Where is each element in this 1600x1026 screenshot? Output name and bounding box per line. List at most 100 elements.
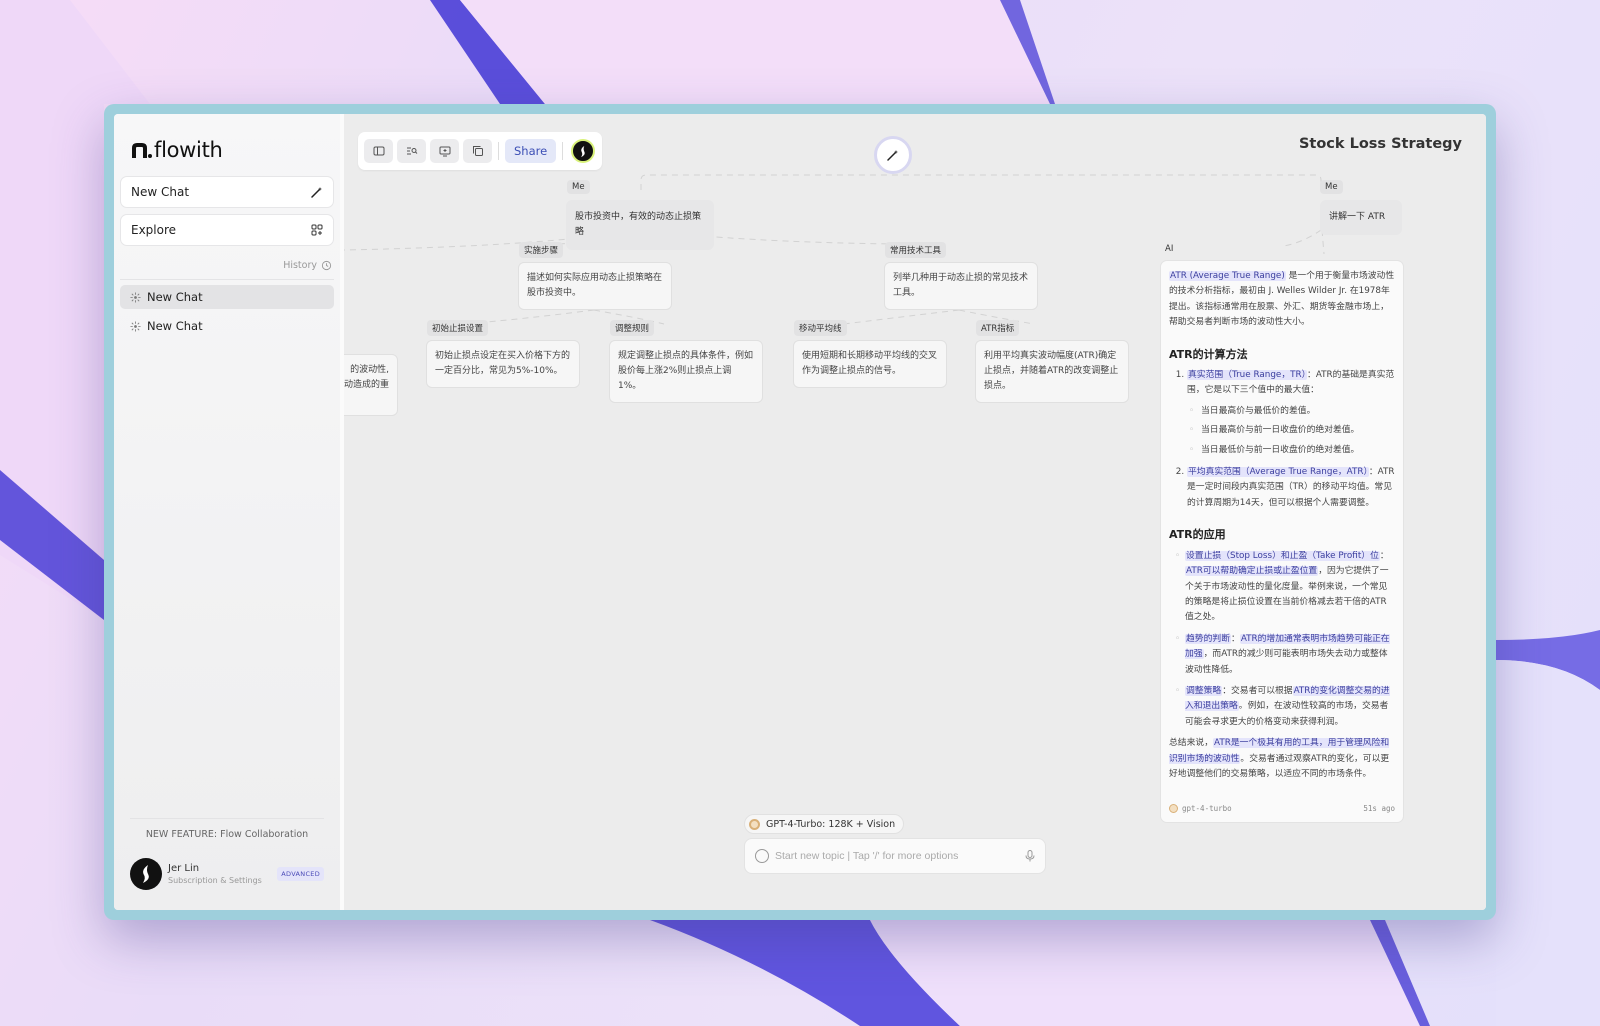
copy-button[interactable] bbox=[463, 139, 492, 163]
history-icon bbox=[321, 260, 332, 271]
chat-item-label: New Chat bbox=[147, 319, 203, 333]
history-link[interactable]: History bbox=[120, 252, 334, 280]
answer-text: ： bbox=[1379, 550, 1389, 561]
user-profile[interactable]: Jer Lin Subscription & Settings ADVANCED bbox=[130, 850, 324, 910]
app-window-inner: flowith New Chat Explore History New Cha… bbox=[114, 114, 1486, 910]
flowith-logo-icon bbox=[132, 143, 152, 158]
user-name: Jer Lin bbox=[168, 863, 200, 874]
leaf-node[interactable]: 初始止损点设定在买入价格下方的一定百分比，常见为5%-10%。 bbox=[426, 340, 580, 388]
answer-model-name: gpt-4-turbo bbox=[1182, 803, 1232, 813]
history-label: History bbox=[283, 260, 317, 271]
node-label: 移动平均线 bbox=[794, 320, 847, 336]
answer-highlight: ATR (Average True Range) bbox=[1169, 271, 1286, 281]
present-button[interactable] bbox=[430, 139, 459, 163]
mode-toggle-icon[interactable] bbox=[755, 849, 769, 863]
model-icon bbox=[1169, 803, 1178, 813]
answer-highlight: 趋势的判断 bbox=[1185, 633, 1231, 644]
magic-wand-icon bbox=[887, 150, 898, 161]
logo-text: flowith bbox=[154, 138, 223, 162]
answer-text: ：交易者可以根据 bbox=[1222, 685, 1293, 696]
chat-item[interactable]: New Chat bbox=[120, 285, 334, 309]
list-item: 趋势的判断：ATR的增加通常表明市场趋势可能正在加强，而ATR的减少则可能表明市… bbox=[1175, 632, 1395, 678]
partial-node[interactable]: 的波动性, 动造成的重 bbox=[344, 354, 398, 416]
chat-item[interactable]: New Chat bbox=[120, 314, 334, 338]
copy-icon bbox=[472, 146, 483, 156]
answer-intro: ATR (Average True Range) 是一个用于衡量市场波动性的技术… bbox=[1169, 269, 1395, 331]
grid-icon bbox=[311, 224, 323, 236]
toolbar-divider bbox=[562, 142, 564, 160]
list-item: 设置止损（Stop Loss）和止盈（Take Profit）位： ATR可以帮助… bbox=[1175, 549, 1395, 626]
sub-list: 当日最高价与最低价的差值。 当日最高价与前一日收盘价的绝对差值。 当日最低价与前… bbox=[1187, 404, 1395, 459]
ai-label: AI bbox=[1165, 244, 1174, 254]
leaf-node[interactable]: 使用短期和长期移动平均线的交叉作为调整止损点的信号。 bbox=[793, 340, 947, 388]
node-label: ATR指标 bbox=[976, 320, 1020, 336]
answer-heading: ATR的应用 bbox=[1169, 528, 1226, 542]
node-label: 调整规则 bbox=[610, 320, 655, 336]
node-label: 初始止损设置 bbox=[427, 320, 489, 336]
model-label: GPT-4-Turbo: 128K + Vision bbox=[766, 818, 896, 830]
node-label: Me bbox=[567, 180, 590, 194]
list-item: 当日最高价与最低价的差值。 bbox=[1187, 404, 1395, 420]
answer-highlight: 设置止损（Stop Loss）和止盈（Take Profit）位 bbox=[1185, 550, 1380, 561]
node-label: 常用技术工具 bbox=[885, 242, 947, 258]
microphone-icon[interactable] bbox=[1025, 850, 1035, 862]
partial-node-line: 的波动性, bbox=[350, 365, 389, 375]
plan-badge: ADVANCED bbox=[277, 867, 324, 881]
calc-list: 真实范围（True Range，TR）：ATR的基础是真实范围，它是以下三个值中… bbox=[1187, 368, 1395, 511]
question-node[interactable]: 讲解一下 ATR bbox=[1320, 200, 1402, 235]
user-logo-icon bbox=[143, 865, 149, 883]
answer-footer: gpt-4-turbo 51s ago bbox=[1169, 801, 1395, 816]
magic-wand-icon bbox=[311, 187, 322, 198]
branch-node[interactable]: 列举几种用于动态止损的常见技术工具。 bbox=[884, 262, 1038, 310]
presentation-icon bbox=[439, 146, 450, 157]
page-title: Stock Loss Strategy bbox=[1298, 136, 1462, 152]
answer-highlight: 调整策略 bbox=[1185, 685, 1223, 696]
new-chat-label: New Chat bbox=[131, 185, 190, 199]
node-label: Me bbox=[1320, 180, 1343, 194]
answer-summary: 总结来说，ATR是一个极其有用的工具，用于管理风险和识别市场的波动性。交易者通过… bbox=[1169, 736, 1395, 782]
question-node[interactable]: 股市投资中，有效的动态止损策略 bbox=[566, 200, 714, 250]
model-selector[interactable]: GPT-4-Turbo: 128K + Vision bbox=[744, 814, 905, 834]
node-label: 实施步骤 bbox=[519, 242, 564, 258]
answer-text: ： bbox=[1231, 633, 1240, 644]
chat-item-label: New Chat bbox=[147, 290, 203, 304]
list-item: 真实范围（True Range，TR）：ATR的基础是真实范围，它是以下三个值中… bbox=[1187, 368, 1395, 458]
application-list: 设置止损（Stop Loss）和止盈（Take Profit）位：ATR可以帮助… bbox=[1175, 549, 1395, 730]
flow-canvas[interactable]: Share Stock Loss Strategy Me 股市投资中，有效的动态… bbox=[344, 114, 1486, 910]
answer-text: 总结来说， bbox=[1169, 738, 1213, 749]
branch-node[interactable]: 描述如何实际应用动态止损策略在股市投资中。 bbox=[518, 262, 672, 310]
share-button[interactable]: Share bbox=[505, 139, 557, 163]
sparkle-icon bbox=[130, 320, 141, 332]
composer bbox=[744, 838, 1046, 874]
collaborator-avatar[interactable] bbox=[571, 139, 596, 163]
sidebar: flowith New Chat Explore History New Cha… bbox=[114, 114, 344, 910]
list-item: 当日最低价与前一日收盘价的绝对差值。 bbox=[1187, 443, 1395, 459]
explore-label: Explore bbox=[131, 223, 177, 237]
sidebar-footer: NEW FEATURE: Flow Collaboration Jer Lin … bbox=[130, 818, 324, 910]
model-icon bbox=[749, 818, 760, 830]
logo[interactable]: flowith bbox=[120, 134, 334, 166]
ai-answer-card[interactable]: ATR (Average True Range) 是一个用于衡量市场波动性的技术… bbox=[1160, 260, 1404, 823]
answer-text: ，而ATR的减少则可能表明市场失去动力或整体波动性降低。 bbox=[1185, 649, 1388, 675]
avatar bbox=[130, 858, 162, 890]
leaf-node[interactable]: 规定调整止损点的具体条件，例如股价每上涨2%则止损点上调1%。 bbox=[609, 340, 763, 403]
list-search-icon bbox=[406, 147, 417, 155]
user-subtitle: Subscription & Settings bbox=[168, 876, 262, 885]
new-chat-button[interactable]: New Chat bbox=[120, 176, 334, 208]
list-item: 调整策略：交易者可以根据ATR的变化调整交易的进入和退出策略。例如，在波动性较高… bbox=[1175, 684, 1395, 730]
app-window: flowith New Chat Explore History New Cha… bbox=[104, 104, 1496, 920]
user-logo-icon bbox=[581, 145, 585, 157]
toggle-sidebar-button[interactable] bbox=[364, 139, 393, 163]
new-feature-banner[interactable]: NEW FEATURE: Flow Collaboration bbox=[130, 818, 324, 850]
magic-generate-button[interactable] bbox=[874, 136, 912, 174]
topic-input[interactable] bbox=[775, 850, 1019, 862]
list-item: 当日最高价与前一日收盘价的绝对差值。 bbox=[1187, 423, 1395, 439]
search-nodes-button[interactable] bbox=[397, 139, 426, 163]
answer-highlight: ATR可以帮助确定止损或止盈位置 bbox=[1185, 566, 1319, 577]
answer-time: 51s ago bbox=[1363, 803, 1395, 813]
sparkle-icon bbox=[130, 291, 141, 303]
explore-button[interactable]: Explore bbox=[120, 214, 334, 246]
list-item: 平均真实范围（Average True Range，ATR）：ATR是一定时间段… bbox=[1187, 465, 1395, 511]
answer-highlight: 平均真实范围（Average True Range，ATR） bbox=[1187, 467, 1369, 478]
leaf-node[interactable]: 利用平均真实波动幅度(ATR)确定止损点，并随着ATR的改变调整止损点。 bbox=[975, 340, 1129, 403]
